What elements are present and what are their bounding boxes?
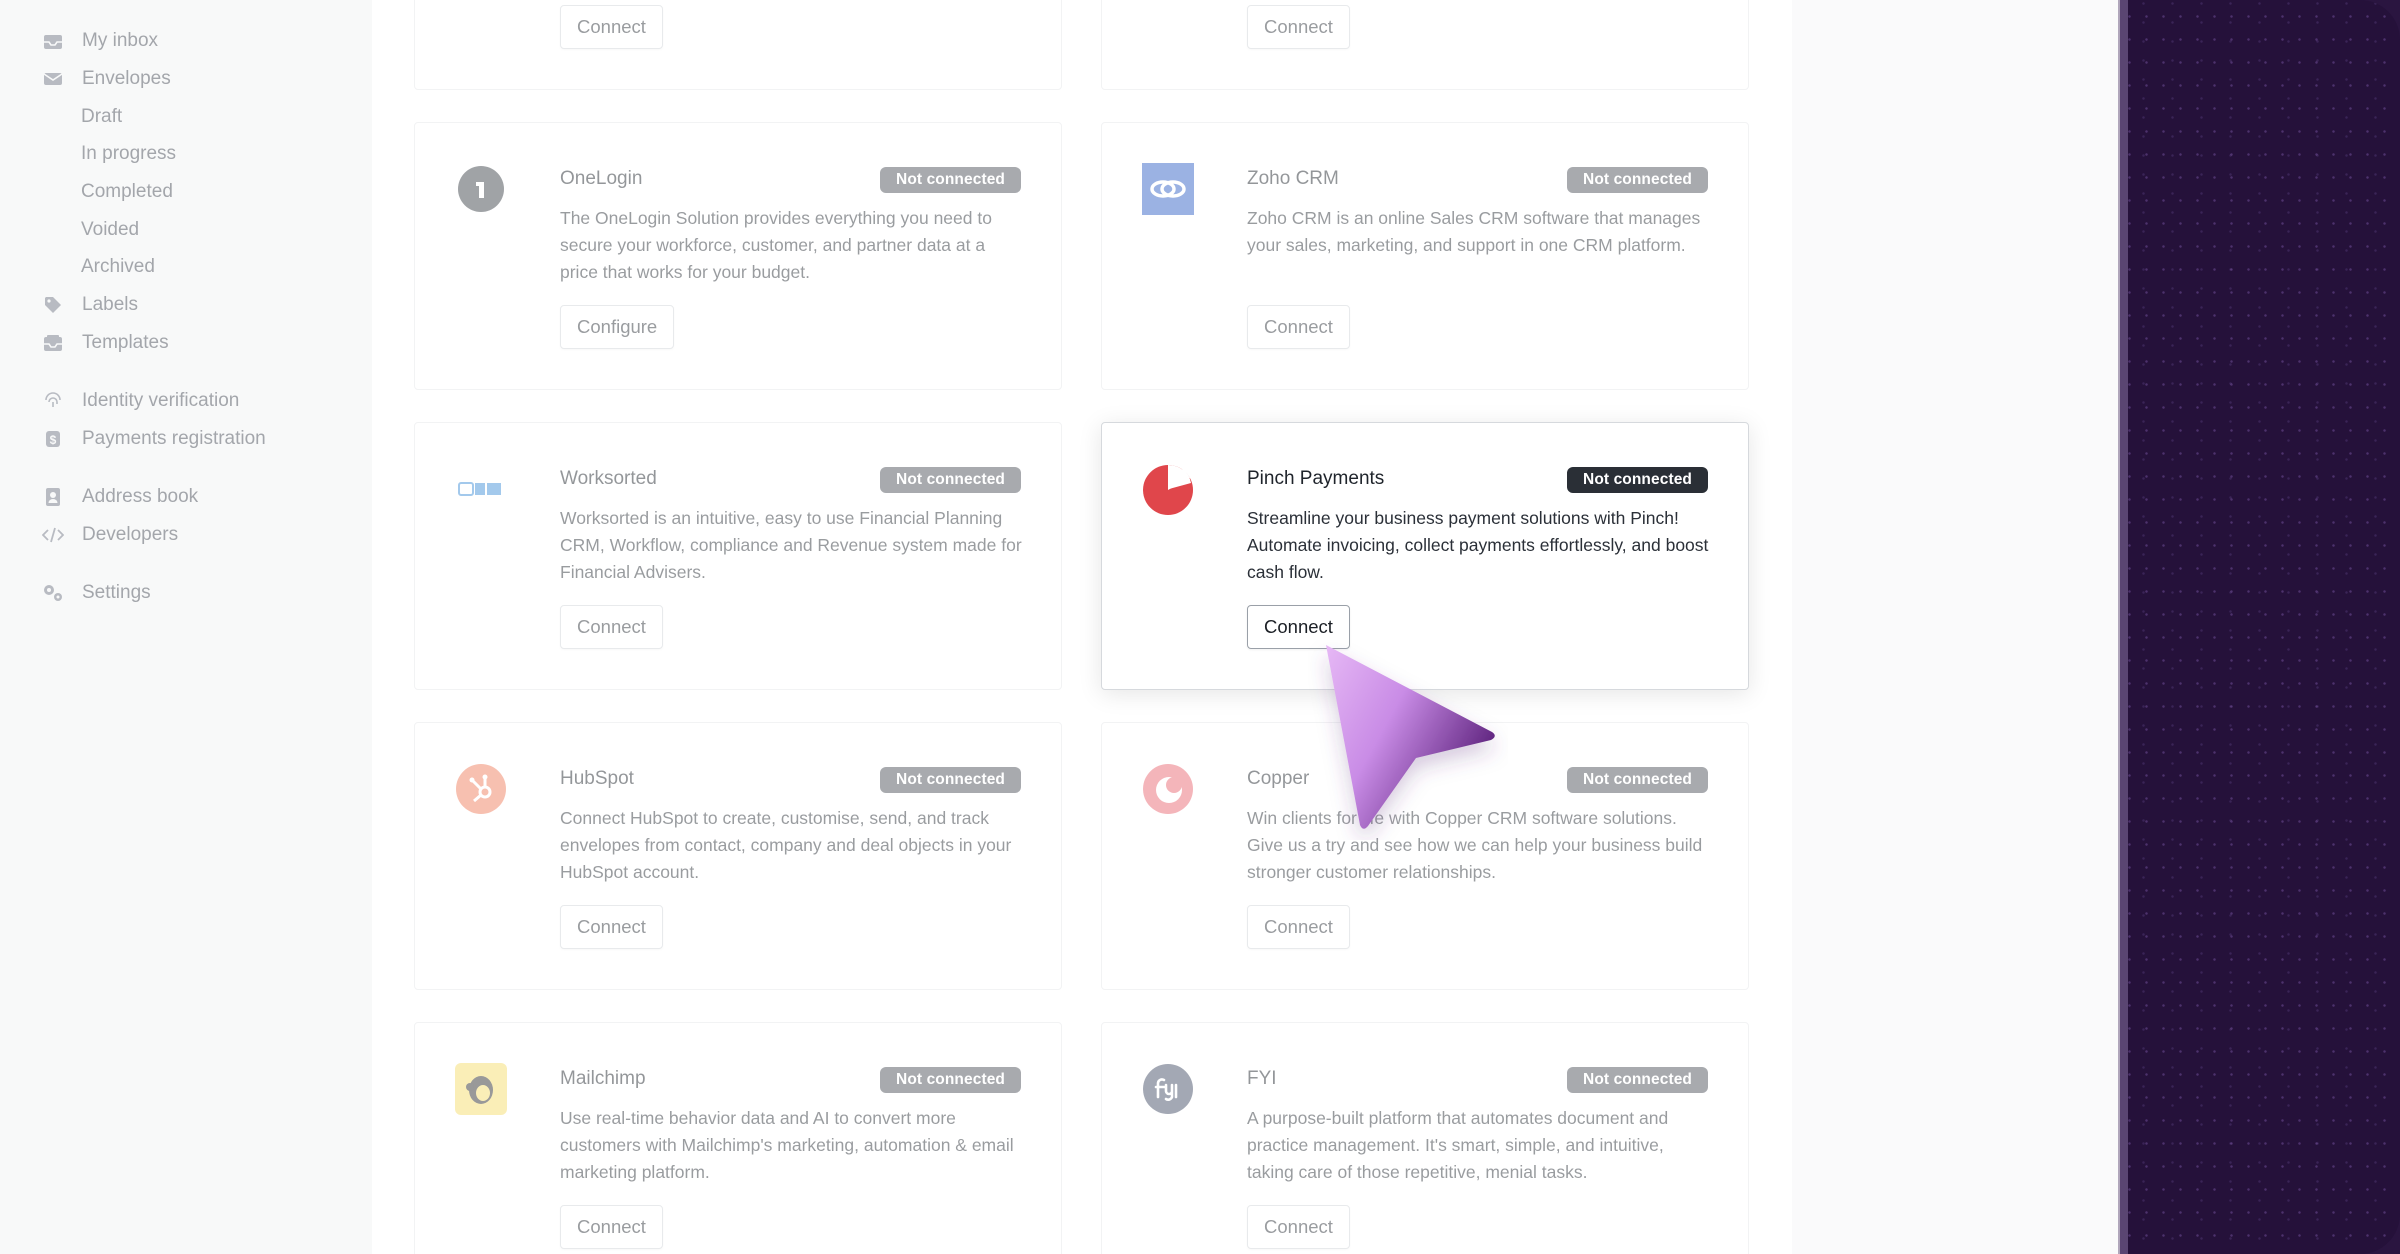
integrations-panel: Connect Connect OneLogin Not connected T…: [372, 0, 1792, 1254]
status-badge: Not connected: [1567, 167, 1708, 193]
sidebar-item-address-book[interactable]: Address book: [42, 481, 198, 513]
integration-card: Connect: [414, 0, 1062, 90]
connect-button[interactable]: Connect: [560, 605, 663, 649]
hubspot-logo-icon: [455, 763, 507, 815]
envelope-icon: [42, 68, 64, 90]
integration-card-mailchimp: Mailchimp Not connected Use real-time be…: [414, 1022, 1062, 1254]
purple-panel-edge: [2118, 0, 2128, 1254]
app-window: My inbox Envelopes Draft In progress Com…: [0, 0, 2120, 1254]
integration-name: FYI: [1247, 1068, 1277, 1089]
status-badge: Not connected: [1567, 467, 1708, 493]
integration-card-hubspot: HubSpot Not connected Connect HubSpot to…: [414, 722, 1062, 990]
sidebar-item-label: Payments registration: [82, 428, 266, 449]
tag-icon: [42, 294, 64, 316]
sidebar-item-developers[interactable]: Developers: [42, 519, 178, 551]
integration-card-zoho-crm: Zoho CRM Not connected Zoho CRM is an on…: [1101, 122, 1749, 390]
sidebar-item-draft[interactable]: Draft: [81, 101, 122, 133]
zoho-crm-logo-icon: [1142, 163, 1194, 215]
sidebar-item-voided[interactable]: Voided: [81, 214, 139, 246]
cursor-pointer-icon: [1326, 645, 1495, 829]
integration-description: A purpose-built platform that automates …: [1247, 1108, 1669, 1182]
integration-name: OneLogin: [560, 168, 643, 189]
mailchimp-logo-icon: [455, 1063, 507, 1115]
sidebar: My inbox Envelopes Draft In progress Com…: [0, 0, 372, 1254]
sidebar-item-payments-registration[interactable]: $ Payments registration: [42, 423, 266, 455]
connect-button[interactable]: Connect: [560, 905, 663, 949]
sidebar-item-label: Completed: [81, 181, 173, 202]
sidebar-item-label: Archived: [81, 256, 155, 277]
integration-description: Streamline your business payment solutio…: [1247, 508, 1709, 582]
sidebar-item-label: Labels: [82, 294, 138, 315]
sidebar-item-in-progress[interactable]: In progress: [81, 138, 176, 170]
sidebar-item-label: Envelopes: [82, 68, 171, 89]
pinch-payments-logo-icon: [1142, 463, 1194, 515]
template-icon: [42, 332, 64, 354]
decorative-purple-panel: [2118, 0, 2400, 1254]
sidebar-item-templates[interactable]: Templates: [42, 327, 169, 359]
integration-description: Worksorted is an intuitive, easy to use …: [560, 508, 1022, 582]
integration-name: Pinch Payments: [1247, 468, 1385, 489]
configure-button[interactable]: Configure: [560, 305, 675, 349]
gears-icon: [42, 582, 64, 604]
sidebar-item-label: Address book: [82, 486, 199, 507]
sidebar-item-label: Identity verification: [82, 390, 240, 411]
sidebar-item-labels[interactable]: Labels: [42, 289, 138, 321]
sidebar-item-my-inbox[interactable]: My inbox: [42, 25, 158, 57]
connect-button[interactable]: Connect: [560, 5, 663, 49]
status-badge: Not connected: [880, 467, 1021, 493]
integration-name: Mailchimp: [560, 1068, 646, 1089]
connect-button[interactable]: Connect: [1247, 305, 1350, 349]
integration-name: Worksorted: [560, 468, 657, 489]
integration-name: Zoho CRM: [1247, 168, 1339, 189]
status-badge: Not connected: [880, 1067, 1021, 1093]
worksorted-logo-icon: [455, 463, 507, 515]
connect-button[interactable]: Connect: [1247, 5, 1350, 49]
connect-button[interactable]: Connect: [560, 1205, 663, 1249]
sidebar-item-settings[interactable]: Settings: [42, 577, 151, 609]
status-badge: Not connected: [880, 767, 1021, 793]
inbox-icon: [42, 30, 64, 52]
fingerprint-icon: [42, 390, 64, 412]
integration-name: HubSpot: [560, 768, 634, 789]
copper-logo-icon: [1142, 763, 1194, 815]
dollar-icon: $: [42, 428, 64, 450]
integration-description: The OneLogin Solution provides everythin…: [560, 208, 992, 282]
integration-card-fyi: FYI Not connected A purpose-built platfo…: [1101, 1022, 1749, 1254]
sidebar-item-envelopes[interactable]: Envelopes: [42, 63, 171, 95]
sidebar-item-label: Voided: [81, 219, 140, 240]
status-badge: Not connected: [880, 167, 1021, 193]
sidebar-item-completed[interactable]: Completed: [81, 176, 173, 208]
status-badge: Not connected: [1567, 1067, 1708, 1093]
screenshot-frame: My inbox Envelopes Draft In progress Com…: [0, 0, 2400, 1254]
integration-card-onelogin: OneLogin Not connected The OneLogin Solu…: [414, 122, 1062, 390]
sidebar-item-label: In progress: [81, 143, 177, 164]
integration-description: Zoho CRM is an online Sales CRM software…: [1247, 208, 1701, 255]
onelogin-logo-icon: [455, 163, 507, 215]
sidebar-item-label: Templates: [82, 332, 169, 353]
connect-button[interactable]: Connect: [1247, 1205, 1350, 1249]
contact-book-icon: [42, 486, 64, 508]
sidebar-item-archived[interactable]: Archived: [81, 251, 155, 283]
sidebar-item-label: Draft: [81, 106, 123, 127]
integration-name: Copper: [1247, 768, 1310, 789]
sidebar-item-label: Developers: [82, 524, 179, 545]
fyi-logo-icon: [1142, 1063, 1194, 1115]
integration-card-worksorted: Worksorted Not connected Worksorted is a…: [414, 422, 1062, 690]
status-badge: Not connected: [1567, 767, 1708, 793]
integration-description: Connect HubSpot to create, customise, se…: [560, 808, 1012, 882]
svg-text:$: $: [50, 433, 57, 447]
sidebar-item-label: Settings: [82, 582, 151, 603]
integration-card: Connect: [1101, 0, 1749, 90]
connect-button[interactable]: Connect: [1247, 905, 1350, 949]
sidebar-item-identity-verification[interactable]: Identity verification: [42, 385, 239, 417]
integration-description: Use real-time behavior data and AI to co…: [560, 1108, 1014, 1182]
sidebar-item-label: My inbox: [82, 30, 159, 51]
code-icon: [42, 524, 64, 546]
